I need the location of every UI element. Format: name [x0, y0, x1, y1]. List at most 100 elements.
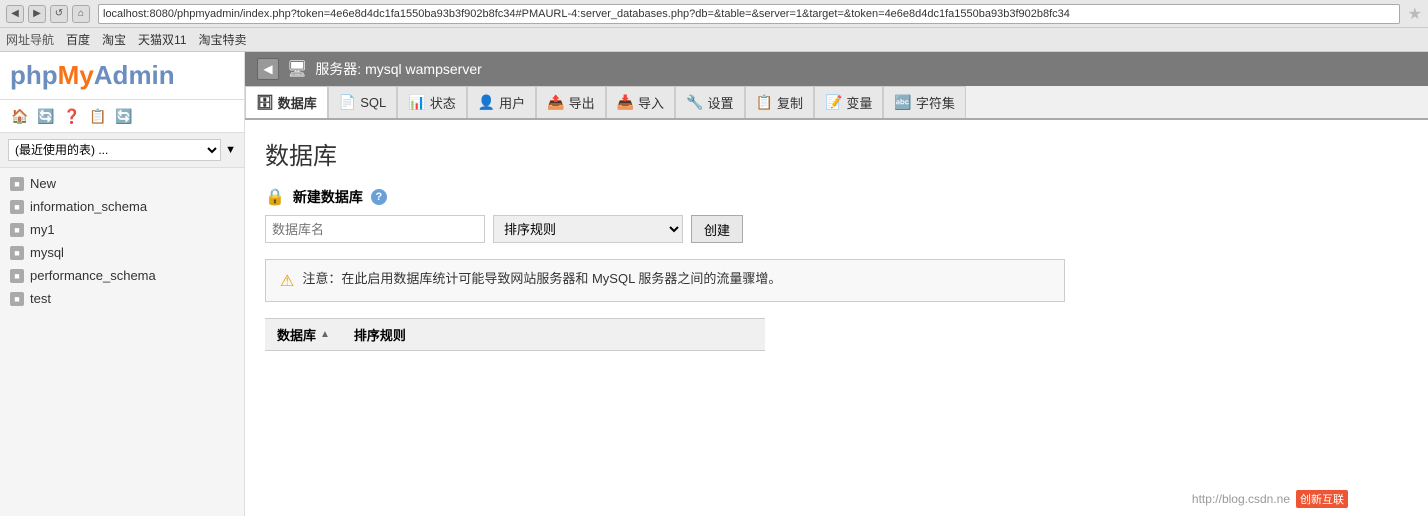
db-icon-my1: ■ — [10, 223, 24, 237]
browser-bar: ◀ ▶ ↺ ⌂ localhost:8080/phpmyadmin/index.… — [0, 0, 1428, 28]
create-db-form: 排序规则 utf8_general_ci utf8mb4_unicode_ci … — [265, 215, 1408, 243]
sidebar-item-my1[interactable]: ■ my1 — [0, 218, 244, 241]
settings-tab-icon: 🔧 — [686, 94, 703, 111]
db-table-header: 数据库 ▲ 排序规则 — [265, 318, 765, 351]
tab-export-label: 导出 — [569, 93, 595, 112]
db-icon-mysql: ■ — [10, 246, 24, 260]
lock-icon: 🔒 — [265, 187, 285, 207]
bookmark-baidu[interactable]: 百度 — [66, 31, 90, 48]
sidebar-item-mysql[interactable]: ■ mysql — [0, 241, 244, 264]
server-header: ◀ 🖥 服务器: mysql wampserver — [245, 52, 1428, 86]
url-text: localhost:8080/phpmyadmin/index.php?toke… — [103, 8, 1070, 20]
watermark-logo: 创新互联 — [1296, 490, 1348, 508]
bookmark-taobao-special[interactable]: 淘宝特卖 — [199, 31, 247, 48]
tab-sql-label: SQL — [360, 95, 386, 110]
import-tab-icon: 📥 — [617, 94, 634, 111]
help-question-icon[interactable]: ? — [371, 189, 387, 205]
sql-tab-icon: 📄 — [339, 94, 356, 111]
tab-import[interactable]: 📥 导入 — [606, 86, 675, 118]
charset-tab-icon: 🔤 — [894, 94, 911, 111]
reload-icon[interactable]: 🔄 — [114, 106, 134, 126]
col-collation-label: 排序规则 — [354, 325, 406, 344]
databases-tab-icon: 🗄 — [256, 94, 274, 111]
refresh-button[interactable]: ↺ — [50, 5, 68, 23]
url-bar[interactable]: localhost:8080/phpmyadmin/index.php?toke… — [98, 4, 1400, 24]
watermark-text: http://blog.csdn.ne — [1192, 492, 1290, 506]
variables-tab-icon: 📝 — [825, 94, 842, 111]
tab-replication[interactable]: 📋 复制 — [745, 86, 814, 118]
db-name-mysql: mysql — [30, 245, 64, 260]
tab-databases-label: 数据库 — [278, 93, 317, 112]
sidebar-item-test[interactable]: ■ test — [0, 287, 244, 310]
sidebar-db-list: ■ New ■ information_schema ■ my1 ■ mysql… — [0, 168, 244, 314]
help-icon-label: ? — [376, 191, 383, 203]
warning-box: ⚠ 注意：在此启用数据库统计可能导致网站服务器和 MySQL 服务器之间的流量骤… — [265, 259, 1065, 302]
sidebar-item-information-schema[interactable]: ■ information_schema — [0, 195, 244, 218]
sidebar-item-new[interactable]: ■ New — [0, 172, 244, 195]
users-tab-icon: 👤 — [478, 94, 495, 111]
content-area: ◀ 🖥 服务器: mysql wampserver 🗄 数据库 📄 SQL 📊 … — [245, 52, 1428, 516]
table-select[interactable]: (最近使用的表) ... — [8, 139, 221, 161]
refresh-icon[interactable]: 🔄 — [36, 106, 56, 126]
sidebar-icons: 🏠 🔄 ❓ 📋 🔄 — [0, 100, 244, 133]
table-select-wrapper: (最近使用的表) ... ▼ — [0, 133, 244, 168]
col-databases-label: 数据库 — [277, 325, 316, 344]
create-db-button[interactable]: 创建 — [691, 215, 743, 243]
copy-icon[interactable]: 📋 — [88, 106, 108, 126]
tab-settings-label: 设置 — [708, 93, 734, 112]
back-arrow-btn[interactable]: ◀ — [257, 58, 279, 80]
bookmark-tmall[interactable]: 天猫双11 — [138, 31, 186, 48]
table-select-label: ▼ — [225, 144, 236, 156]
tab-databases[interactable]: 🗄 数据库 — [245, 86, 328, 120]
tab-status[interactable]: 📊 状态 — [397, 86, 466, 118]
logo-admin: Admin — [94, 60, 175, 90]
home-button[interactable]: ⌂ — [72, 5, 90, 23]
warning-text: 注意：在此启用数据库统计可能导致网站服务器和 MySQL 服务器之间的流量骤增。 — [302, 270, 781, 288]
home-icon[interactable]: 🏠 — [10, 106, 30, 126]
new-db-section: 🔒 新建数据库 ? 排序规则 utf8_general_ci utf8mb4_u… — [265, 187, 1408, 243]
db-name-input[interactable] — [265, 215, 485, 243]
tab-bar: 🗄 数据库 📄 SQL 📊 状态 👤 用户 📤 导出 📥 导入 — [245, 86, 1428, 120]
page-content: 数据库 🔒 新建数据库 ? 排序规则 utf8_general_ci utf8m… — [245, 120, 1428, 516]
bookmark-taobao[interactable]: 淘宝 — [102, 31, 126, 48]
logo-php: php — [10, 60, 58, 90]
bookmark-star[interactable]: ★ — [1408, 4, 1422, 24]
replication-tab-icon: 📋 — [756, 94, 773, 111]
db-name-test: test — [30, 291, 51, 306]
tab-users[interactable]: 👤 用户 — [467, 86, 536, 118]
tab-charset[interactable]: 🔤 字符集 — [883, 86, 965, 118]
tab-settings[interactable]: 🔧 设置 — [675, 86, 744, 118]
back-button[interactable]: ◀ — [6, 5, 24, 23]
tab-export[interactable]: 📤 导出 — [536, 86, 605, 118]
sidebar-item-performance-schema[interactable]: ■ performance_schema — [0, 264, 244, 287]
server-title: 服务器: mysql wampserver — [315, 59, 481, 79]
col-collation[interactable]: 排序规则 — [342, 319, 418, 350]
col-databases[interactable]: 数据库 ▲ — [265, 319, 342, 350]
server-icon: 🖥 — [287, 59, 307, 79]
tab-variables-label: 变量 — [846, 93, 872, 112]
export-tab-icon: 📤 — [547, 94, 564, 111]
logo-my: My — [58, 60, 94, 90]
status-tab-icon: 📊 — [408, 94, 425, 111]
main-layout: phpMyAdmin 🏠 🔄 ❓ 📋 🔄 (最近使用的表) ... ▼ ■ Ne… — [0, 52, 1428, 516]
db-icon-performance-schema: ■ — [10, 269, 24, 283]
help-icon[interactable]: ❓ — [62, 106, 82, 126]
db-icon-test: ■ — [10, 292, 24, 306]
tab-users-label: 用户 — [499, 93, 525, 112]
page-title: 数据库 — [265, 136, 1408, 171]
db-name-new: New — [30, 176, 56, 191]
sort-databases-icon: ▲ — [320, 329, 330, 340]
tab-sql[interactable]: 📄 SQL — [328, 86, 397, 118]
watermark: http://blog.csdn.ne 创新互联 — [1192, 490, 1348, 508]
sidebar: phpMyAdmin 🏠 🔄 ❓ 📋 🔄 (最近使用的表) ... ▼ ■ Ne… — [0, 52, 245, 516]
forward-button[interactable]: ▶ — [28, 5, 46, 23]
collation-select[interactable]: 排序规则 utf8_general_ci utf8mb4_unicode_ci … — [493, 215, 683, 243]
tab-status-label: 状态 — [430, 93, 456, 112]
tab-charset-label: 字符集 — [916, 93, 955, 112]
db-name-my1: my1 — [30, 222, 55, 237]
tab-variables[interactable]: 📝 变量 — [814, 86, 883, 118]
new-db-section-title: 新建数据库 — [293, 187, 363, 207]
tab-replication-label: 复制 — [777, 93, 803, 112]
new-db-section-header: 🔒 新建数据库 ? — [265, 187, 1408, 207]
bookmarks-label: 网址导航 — [6, 31, 54, 48]
